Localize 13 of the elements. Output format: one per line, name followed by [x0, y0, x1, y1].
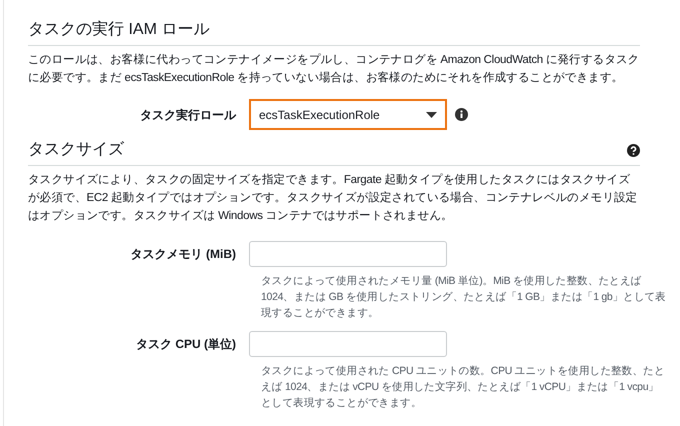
- input-field[interactable]: [249, 331, 447, 357]
- field-hint: タスクによって使用された CPU ユニットの数。CPU ユニットを使用した整数、たとえば 1024、または vCPU を使用した文字列、たとえば「1 vCPU」または「1 vcpu」として表現することができます。: [261, 364, 666, 411]
- field-label: タスクメモリ (MiB): [130, 246, 237, 263]
- input-field[interactable]: [249, 241, 447, 267]
- field-hint: タスクによって使用されたメモリ量 (MiB 単位)。MiB を使用した整数、たとえば 1024、または GB を使用したストリング、たとえば「1 GB」または「1 gb」として表現することができます。: [261, 274, 666, 321]
- caret-icon: [426, 112, 437, 118]
- section-title: タスクの実行 IAM ロール: [28, 20, 210, 40]
- field-label: タスク実行ロール: [139, 106, 238, 124]
- field-label: タスク CPU (単位): [135, 336, 237, 353]
- section-description: このロールは、お客様に代わってコンテナイメージをプルし、コンテナログを Amazon CloudWatch に発行するタスクに必要です。まだ ecsTaskExecutionRole を持っていない場合は、お客様のためにそれを作成することができます。: [28, 52, 640, 86]
- role-select[interactable]: ecsTaskExecutionRole: [249, 99, 447, 130]
- section-title: タスクサイズ: [28, 140, 124, 160]
- section-description: タスクサイズにより、タスクの固定サイズを指定できます。Fargate 起動タイプを使用したタスクにはタスクサイズが必須で、EC2 起動タイプではオプションです。タスクサイズが設定されている場合、コンテナレベルのメモリ設定はオプションです。タスクサイズは Windows コンテナではサポートされません。: [28, 172, 638, 224]
